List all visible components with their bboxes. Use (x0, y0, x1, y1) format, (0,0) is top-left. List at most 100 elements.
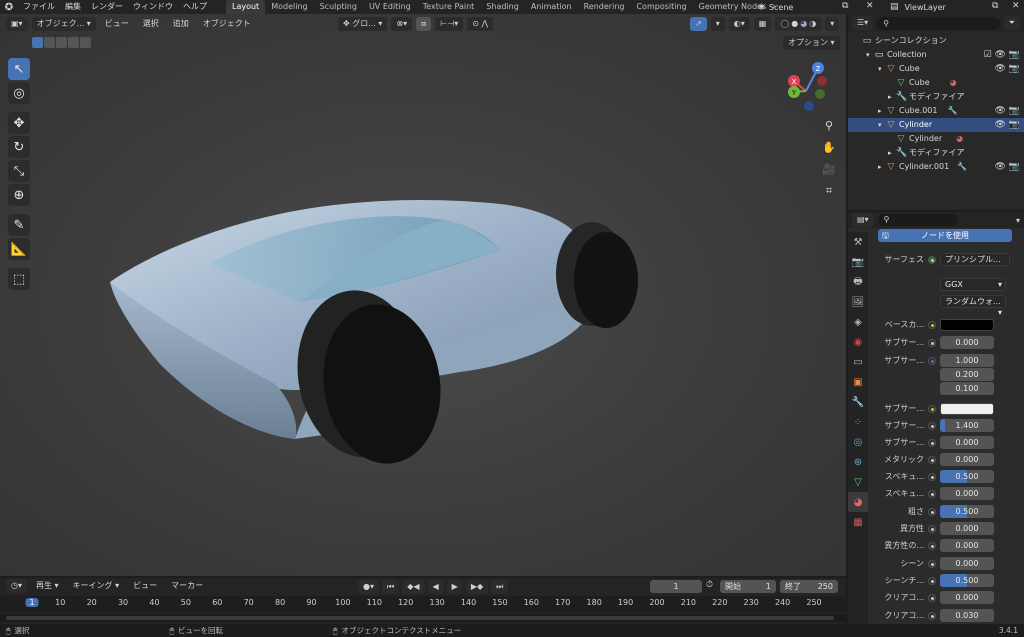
pin-icon[interactable]: ⧉ (842, 1, 848, 11)
zoom-icon[interactable]: ⚲ (820, 116, 838, 134)
vp-menu-object[interactable]: オブジェクト (198, 16, 256, 32)
tab-uv-editing[interactable]: UV Editing (363, 0, 417, 14)
expand-arrow-icon[interactable]: ▾ (878, 62, 886, 76)
outliner-item-collection[interactable]: ▾ ▭ Collection ☑ 👁 📷 (848, 48, 1024, 62)
pivot-point-icon[interactable]: ⊗▾ (391, 17, 413, 31)
solid-shading-icon[interactable]: ● (791, 17, 798, 31)
value-field[interactable]: 0.000 (940, 539, 994, 552)
tl-menu-keying[interactable]: キーイング ▾ (68, 579, 125, 593)
value-field[interactable]: 0.500 (940, 470, 994, 483)
material-tab-icon[interactable]: ◕ (848, 492, 868, 512)
transform-tool-icon[interactable]: ⊕ (8, 184, 30, 206)
outliner-item-cube[interactable]: ▾ ▽ Cube 👁 📷 (848, 62, 1024, 76)
value-field[interactable]: 0.000 (940, 336, 994, 349)
menu-file[interactable]: ファイル (18, 0, 60, 14)
rendered-shading-icon[interactable]: ◑ (809, 17, 816, 31)
outliner-item-cube001[interactable]: ▸ ▽ Cube.001 🔧 👁 📷 (848, 104, 1024, 118)
play-reverse-icon[interactable]: ◀ (427, 580, 444, 594)
value-field[interactable]: 0.500 (940, 505, 994, 518)
cube-visibility-icons[interactable]: 👁 📷 (995, 62, 1021, 76)
shading-menu-icon[interactable]: ▾ (825, 17, 840, 31)
outliner-item-cylinder001[interactable]: ▸ ▽ Cylinder.001 🔧 👁 📷 (848, 160, 1024, 174)
scene-selector[interactable]: ◈ Scene (758, 0, 793, 14)
tab-compositing[interactable]: Compositing (630, 0, 692, 14)
tab-layout[interactable]: Layout (226, 0, 266, 14)
expand-arrow-icon[interactable]: ▾ (878, 118, 886, 132)
pan-hand-icon[interactable]: ✋ (820, 138, 838, 156)
outliner-filter-icon[interactable]: ⏷ (1003, 16, 1020, 30)
value-field[interactable]: 0.200 (940, 368, 994, 381)
select-new-icon[interactable] (32, 36, 43, 48)
value-field[interactable]: 0.500 (940, 574, 994, 587)
view-layer-tab-icon[interactable]: 🖼 (848, 292, 868, 312)
tl-menu-playback[interactable]: 再生 ▾ (31, 579, 64, 593)
blender-logo-icon[interactable]: ✪ (0, 2, 18, 13)
start-frame-field[interactable]: 開始 1 (720, 580, 776, 593)
scene-tab-icon[interactable]: ◈ (848, 312, 868, 332)
cylinder001-visibility-icons[interactable]: 👁 📷 (995, 160, 1021, 174)
menu-help[interactable]: ヘルプ (178, 0, 212, 14)
timeline-track[interactable] (0, 614, 846, 622)
expand-arrow-icon[interactable]: ▸ (878, 104, 886, 118)
cursor-tool-icon[interactable]: ◎ (8, 82, 30, 104)
select-invert-icon[interactable] (68, 36, 79, 48)
value-field[interactable]: 0.000 (940, 436, 994, 449)
properties-options-icon[interactable]: ▾ (1016, 216, 1020, 225)
value-field[interactable]: 0.000 (940, 591, 994, 604)
snap-icon[interactable]: ⧈ (416, 17, 432, 31)
clock-icon[interactable]: ⏱ (706, 580, 713, 590)
distribution-select[interactable]: GGX ▾ (940, 278, 1006, 291)
wireframe-shading-icon[interactable]: ◯ (780, 17, 789, 31)
subsurface-method-select[interactable]: ランダムウォ... ▾ (940, 295, 1006, 317)
value-field[interactable]: 0.000 (940, 453, 994, 466)
measure-tool-icon[interactable]: 📐 (8, 238, 30, 260)
cube001-visibility-icons[interactable]: 👁 📷 (995, 104, 1021, 118)
viewlayer-selector[interactable]: ▤ ViewLayer (890, 0, 946, 14)
car-model[interactable] (100, 184, 660, 474)
timeline-editor-type-icon[interactable]: ◷▾ (6, 579, 27, 593)
expand-arrow-icon[interactable]: ▸ (878, 160, 886, 174)
new-layer-icon[interactable]: ⧉ (992, 1, 998, 11)
tab-animation[interactable]: Animation (525, 0, 578, 14)
material-shading-icon[interactable]: ◕ (800, 17, 807, 31)
modifier-tab-icon[interactable]: 🔧 (848, 392, 868, 412)
tab-modeling[interactable]: Modeling (265, 0, 313, 14)
mode-select[interactable]: オブジェク... ▾ (31, 17, 96, 31)
snap-target-icon[interactable]: ⊢⊣▾ (435, 17, 464, 31)
tab-rendering[interactable]: Rendering (578, 0, 631, 14)
close-scene-icon[interactable]: ✕ (866, 1, 874, 11)
gizmo-menu-icon[interactable]: ▾ (710, 17, 725, 31)
tab-sculpting[interactable]: Sculpting (314, 0, 363, 14)
tool-tab-icon[interactable]: ⚒ (848, 232, 868, 252)
value-field[interactable]: 0.030 (940, 609, 994, 622)
jump-start-icon[interactable]: ⏮ (382, 580, 400, 594)
close-layer-icon[interactable]: ✕ (1012, 1, 1020, 11)
properties-editor-type-icon[interactable]: ▤▾ (852, 213, 874, 227)
surface-shader-select[interactable]: プリンシプル... (940, 253, 1010, 266)
camera-icon[interactable]: 🎥 (820, 160, 838, 178)
expand-arrow-icon[interactable]: ▸ (888, 146, 896, 160)
move-tool-icon[interactable]: ✥ (8, 112, 30, 134)
prev-key-icon[interactable]: ◆◀ (402, 580, 425, 594)
gizmo-toggle-icon[interactable]: ↗ (690, 17, 707, 31)
world-tab-icon[interactable]: ◉ (848, 332, 868, 352)
outliner-search-input[interactable]: ⚲ (877, 16, 1000, 30)
select-intersect-icon[interactable] (80, 36, 91, 48)
menu-render[interactable]: レンダー (86, 0, 128, 14)
data-tab-icon[interactable]: ▽ (848, 472, 868, 492)
texture-tab-icon[interactable]: ▦ (848, 512, 868, 532)
menu-edit[interactable]: 編集 (60, 0, 86, 14)
scale-tool-icon[interactable]: ⤡ (8, 160, 30, 182)
outliner-item-cube-mesh[interactable]: ▽ Cube ◕ (848, 76, 1024, 90)
color-swatch[interactable] (940, 402, 994, 415)
3d-viewport[interactable]: ▣▾ オブジェク... ▾ ビュー 選択 追加 オブジェクト ✥ グロ... ▾… (0, 14, 846, 576)
select-extend-icon[interactable] (44, 36, 55, 48)
outliner-scene-collection[interactable]: ▭ シーンコレクション (848, 34, 1024, 48)
outliner-item-cylinder-modifiers[interactable]: ▸ 🔧 モディファイア (848, 146, 1024, 160)
tab-texture-paint[interactable]: Texture Paint (417, 0, 481, 14)
value-field[interactable]: 0.100 (940, 382, 994, 395)
next-key-icon[interactable]: ▶◆ (465, 580, 489, 594)
overlay-toggle-icon[interactable]: ◐▾ (728, 17, 750, 31)
cylinder-visibility-icons[interactable]: 👁 📷 (995, 118, 1021, 132)
object-tab-icon[interactable]: ▣ (848, 372, 868, 392)
